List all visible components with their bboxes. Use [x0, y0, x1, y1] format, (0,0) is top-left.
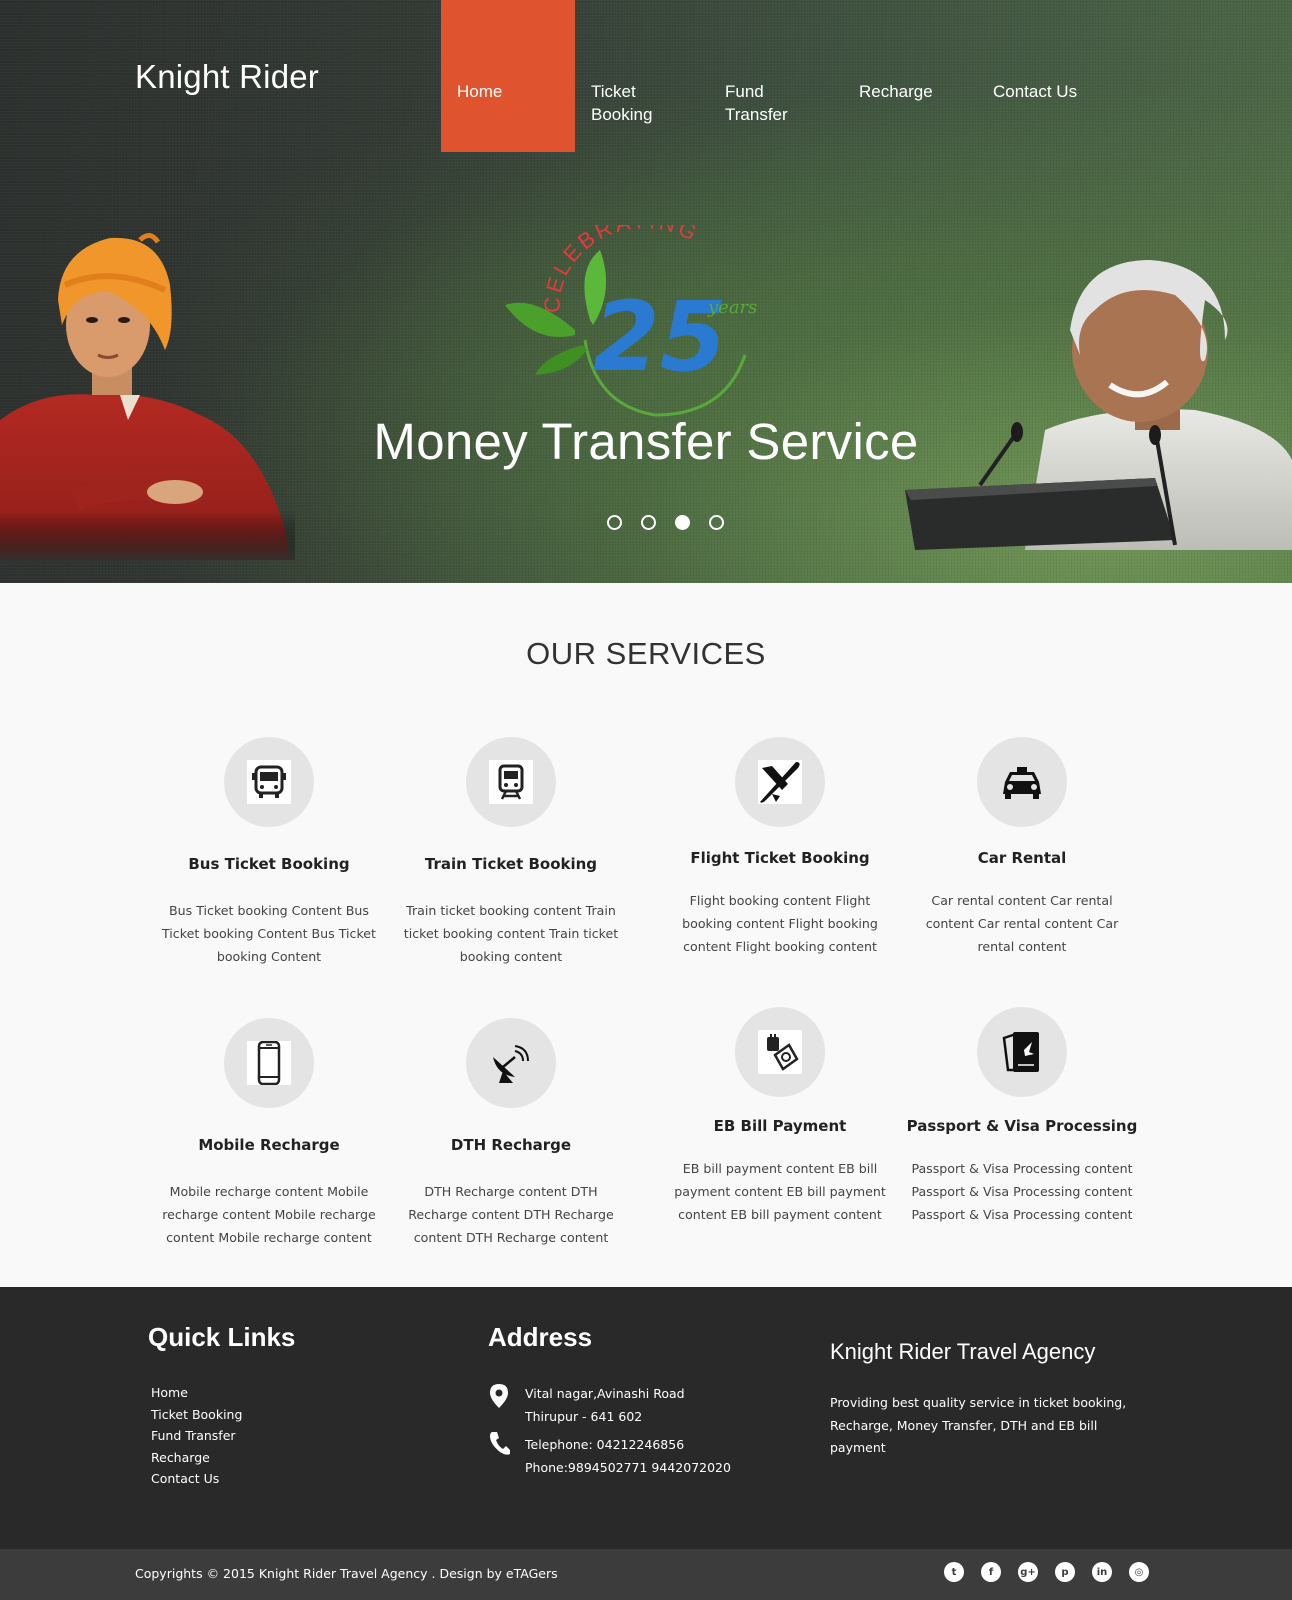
electricity-bill-icon: [767, 1034, 799, 1071]
celebrating-25-years-badge: CELEBRATING 25 years: [505, 225, 757, 417]
service-flight-ticket-booking[interactable]: Flight Ticket Booking Flight booking con…: [660, 737, 900, 958]
telephone-number: Telephone: 04212246856: [525, 1437, 685, 1452]
slider-pagination: [607, 515, 724, 530]
slider-dot-3-active[interactable]: [675, 515, 690, 530]
footer: Quick Links Home Ticket Booking Fund Tra…: [0, 1287, 1292, 1549]
nav-item-contact-us[interactable]: Contact Us: [977, 0, 1111, 152]
services-heading: OUR SERVICES: [526, 636, 766, 671]
slider-dot-2[interactable]: [641, 515, 656, 530]
bottom-bar: Copyrights © 2015 Knight Rider Travel Ag…: [0, 1549, 1292, 1600]
hero-title: Money Transfer Service: [373, 413, 919, 470]
nav-item-fund-transfer[interactable]: Fund Transfer: [709, 0, 843, 152]
service-description: Flight booking content Flight booking co…: [682, 893, 878, 954]
slider-dot-1[interactable]: [607, 515, 622, 530]
service-title: Flight Ticket Booking: [690, 849, 870, 867]
quick-links-heading: Quick Links: [148, 1322, 296, 1352]
service-description: Train ticket booking content Train ticke…: [403, 903, 619, 964]
bus-icon: [252, 765, 286, 798]
service-eb-bill-payment[interactable]: EB Bill Payment EB bill payment content …: [660, 1007, 900, 1226]
nav-item-ticket-booking[interactable]: Ticket Booking: [575, 0, 709, 152]
portrait-right-image: [905, 260, 1292, 550]
service-description: EB bill payment content EB bill payment …: [674, 1161, 886, 1222]
google-plus-icon[interactable]: g+: [1018, 1562, 1038, 1582]
service-bus-ticket-booking[interactable]: Bus Ticket Booking Bus Ticket booking Co…: [149, 737, 389, 968]
dribbble-icon[interactable]: ◎: [1129, 1562, 1149, 1582]
badge-number: 25: [593, 281, 727, 393]
car-icon: [1003, 767, 1041, 799]
hero-banner: Knight Rider Home Ticket Booking Fund Tr…: [0, 0, 1292, 583]
footer-link-fund-transfer[interactable]: Fund Transfer: [151, 1425, 242, 1447]
service-train-ticket-booking[interactable]: Train Ticket Booking Train ticket bookin…: [391, 737, 631, 968]
service-description: Bus Ticket booking Content Bus Ticket bo…: [162, 903, 376, 964]
service-title: EB Bill Payment: [713, 1117, 847, 1135]
footer-link-contact-us[interactable]: Contact Us: [151, 1468, 242, 1490]
badge-years: years: [707, 297, 757, 318]
service-description: Mobile recharge content Mobile recharge …: [162, 1184, 376, 1245]
facebook-icon[interactable]: f: [981, 1562, 1001, 1582]
nav-item-recharge[interactable]: Recharge: [843, 0, 977, 152]
slider-dot-4[interactable]: [709, 515, 724, 530]
service-description: Passport & Visa Processing content Passp…: [911, 1161, 1133, 1222]
social-links: t f g+ p in ◎: [944, 1562, 1149, 1582]
agency-description: Providing best quality service in ticket…: [830, 1395, 1127, 1455]
passport-icon: [1002, 1032, 1039, 1072]
service-description: DTH Recharge content DTH Recharge conten…: [408, 1184, 614, 1245]
airplane-icon: [760, 762, 800, 803]
service-description: Car rental content Car rental content Ca…: [925, 893, 1119, 954]
copyright-text: Copyrights © 2015 Knight Rider Travel Ag…: [135, 1566, 558, 1581]
twitter-icon[interactable]: t: [944, 1562, 964, 1582]
address-line-2: Thirupur - 641 602: [525, 1408, 643, 1424]
address-heading: Address: [488, 1322, 593, 1352]
service-dth-recharge[interactable]: DTH Recharge DTH Recharge content DTH Re…: [391, 1018, 631, 1249]
service-title: Mobile Recharge: [198, 1136, 340, 1154]
mobile-numbers: Phone:9894502771 9442072020: [525, 1459, 731, 1475]
portrait-left-image: [0, 230, 295, 560]
service-title: Car Rental: [977, 849, 1067, 867]
address-line-1: Vital nagar,Avinashi Road: [525, 1386, 685, 1401]
service-title: Passport & Visa Processing: [906, 1117, 1138, 1135]
address-block: Vital nagar,Avinashi Road Thirupur - 641…: [488, 1383, 685, 1428]
footer-link-ticket-booking[interactable]: Ticket Booking: [151, 1404, 242, 1426]
agency-title: Knight Rider Travel Agency: [830, 1339, 1096, 1364]
quick-links-list: Home Ticket Booking Fund Transfer Rechar…: [151, 1382, 242, 1490]
main-nav: Home Ticket Booking Fund Transfer Rechar…: [441, 0, 1111, 152]
pinterest-icon[interactable]: p: [1055, 1562, 1075, 1582]
footer-link-home[interactable]: Home: [151, 1382, 242, 1404]
train-icon: [498, 764, 524, 800]
mobile-phone-icon: [257, 1041, 281, 1085]
footer-link-recharge[interactable]: Recharge: [151, 1447, 242, 1469]
service-title: Bus Ticket Booking: [188, 855, 350, 873]
linkedin-icon[interactable]: in: [1092, 1562, 1112, 1582]
service-mobile-recharge[interactable]: Mobile Recharge Mobile recharge content …: [149, 1018, 389, 1249]
service-car-rental[interactable]: Car Rental Car rental content Car rental…: [902, 737, 1142, 958]
satellite-dish-icon: [493, 1045, 529, 1083]
phone-icon: [490, 1432, 510, 1455]
map-pin-icon: [490, 1384, 508, 1408]
service-title: Train Ticket Booking: [424, 855, 598, 873]
service-passport-visa-processing[interactable]: Passport & Visa Processing Passport & Vi…: [902, 1007, 1142, 1226]
brand-logo[interactable]: Knight Rider: [135, 58, 319, 96]
nav-item-home[interactable]: Home: [441, 0, 575, 152]
contact-block: Telephone: 04212246856 Phone:9894502771 …: [488, 1430, 731, 1479]
service-title: DTH Recharge: [450, 1136, 572, 1154]
